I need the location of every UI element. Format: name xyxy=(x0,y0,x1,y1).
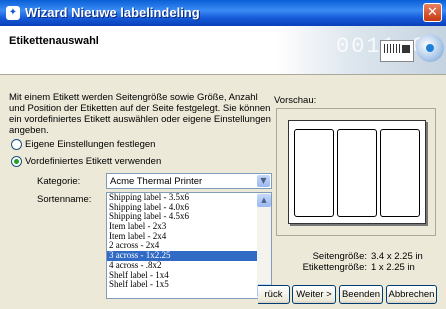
radio-predefined[interactable] xyxy=(11,156,22,167)
list-item[interactable]: Shelf label - 1x5 xyxy=(107,280,257,290)
list-item[interactable]: Item label - 2x3 xyxy=(107,222,257,232)
finish-button[interactable]: Beenden xyxy=(339,285,383,304)
list-item[interactable]: Shelf label - 1x4 xyxy=(107,271,257,281)
label-size-label: Etikettengröße: xyxy=(302,262,367,273)
list-item[interactable]: 2 across - 2x4 xyxy=(107,241,257,251)
option-custom[interactable]: Eigene Einstellungen festlegen xyxy=(11,139,155,150)
back-button[interactable]: rück xyxy=(258,285,290,304)
category-value: Acme Thermal Printer xyxy=(110,176,203,187)
preview-label: Vorschau: xyxy=(274,95,317,106)
page-size-value: 3.4 x 2.25 in xyxy=(371,251,423,262)
intro-text: Mit einem Etikett werden Seitengröße sow… xyxy=(9,92,271,136)
option-predefined[interactable]: Vordefiniertes Etikett verwenden xyxy=(11,156,161,167)
preview-label-3 xyxy=(380,129,420,217)
list-item[interactable]: Item label - 2x4 xyxy=(107,232,257,242)
close-button[interactable]: ✕ xyxy=(423,3,442,22)
wizard-window: ✦ Wizard Nieuwe labelindeling ✕ Etikette… xyxy=(0,0,446,309)
preview-label-2 xyxy=(337,129,377,217)
list-item[interactable]: Shipping label - 3.5x6 xyxy=(107,193,257,203)
page-size-label: Seitengröße: xyxy=(312,251,367,262)
barcode-label-icon xyxy=(380,40,414,62)
list-item[interactable]: 3 across - 1x2.25 xyxy=(107,251,257,261)
option-custom-label: Eigene Einstellungen festlegen xyxy=(25,139,156,150)
category-dropdown[interactable]: Acme Thermal Printer ▼ xyxy=(106,173,272,189)
wizard-app-icon: ✦ xyxy=(6,6,20,20)
preview-label-1 xyxy=(294,129,334,217)
window-title: Wizard Nieuwe labelindeling xyxy=(25,5,200,20)
wizard-header: Etikettenauswahl 0011 01 xyxy=(0,26,446,75)
list-item[interactable]: 4 across - .8x2 xyxy=(107,261,257,271)
title-bar[interactable]: ✦ Wizard Nieuwe labelindeling ✕ xyxy=(0,0,446,26)
sort-name-label: Sortenname: xyxy=(37,194,92,205)
sort-name-list[interactable]: Shipping label - 3.5x6 Shipping label - 4… xyxy=(106,192,272,299)
chevron-down-icon[interactable]: ▼ xyxy=(257,175,270,187)
list-scrollbar[interactable]: ▲ ▼ xyxy=(257,193,271,298)
scroll-up-icon[interactable]: ▲ xyxy=(257,194,271,207)
label-size-value: 1 x 2.25 in xyxy=(371,262,415,273)
list-item[interactable]: Shipping label - 4.0x6 xyxy=(107,203,257,213)
page-title: Etikettenauswahl xyxy=(9,35,99,47)
cancel-button[interactable]: Abbrechen xyxy=(386,285,437,304)
option-predefined-label: Vordefiniertes Etikett verwenden xyxy=(25,156,162,167)
radio-custom[interactable] xyxy=(11,139,22,150)
category-label: Kategorie: xyxy=(37,176,81,187)
preview-panel xyxy=(276,108,436,236)
preview-sheet xyxy=(288,120,426,224)
list-item[interactable]: Shipping label - 4.5x6 xyxy=(107,212,257,222)
next-button[interactable]: Weiter > xyxy=(292,285,336,304)
header-banner: 0011 01 xyxy=(276,26,446,74)
